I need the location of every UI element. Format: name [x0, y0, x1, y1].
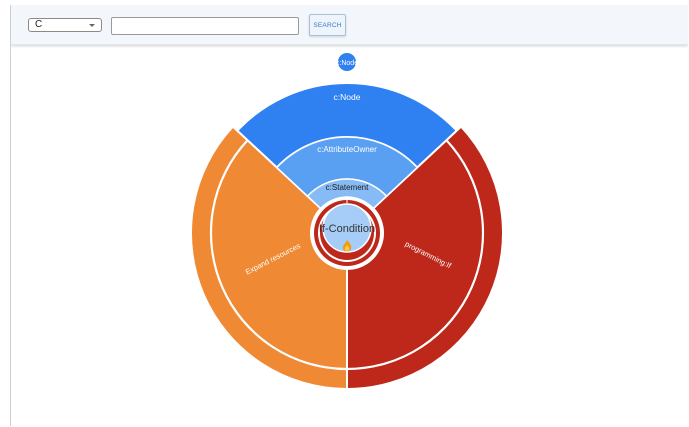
attribute-owner-label: c:AttributeOwner	[317, 145, 377, 154]
node-segment-label: c:Node	[334, 92, 361, 102]
top-node-label: c:Node	[336, 60, 358, 67]
sunburst-chart: c:Node If-Condition c:Node c:AttributeOw…	[190, 53, 504, 391]
center-label: If-Condition	[319, 223, 375, 235]
statement-label: c:Statement	[326, 183, 369, 192]
